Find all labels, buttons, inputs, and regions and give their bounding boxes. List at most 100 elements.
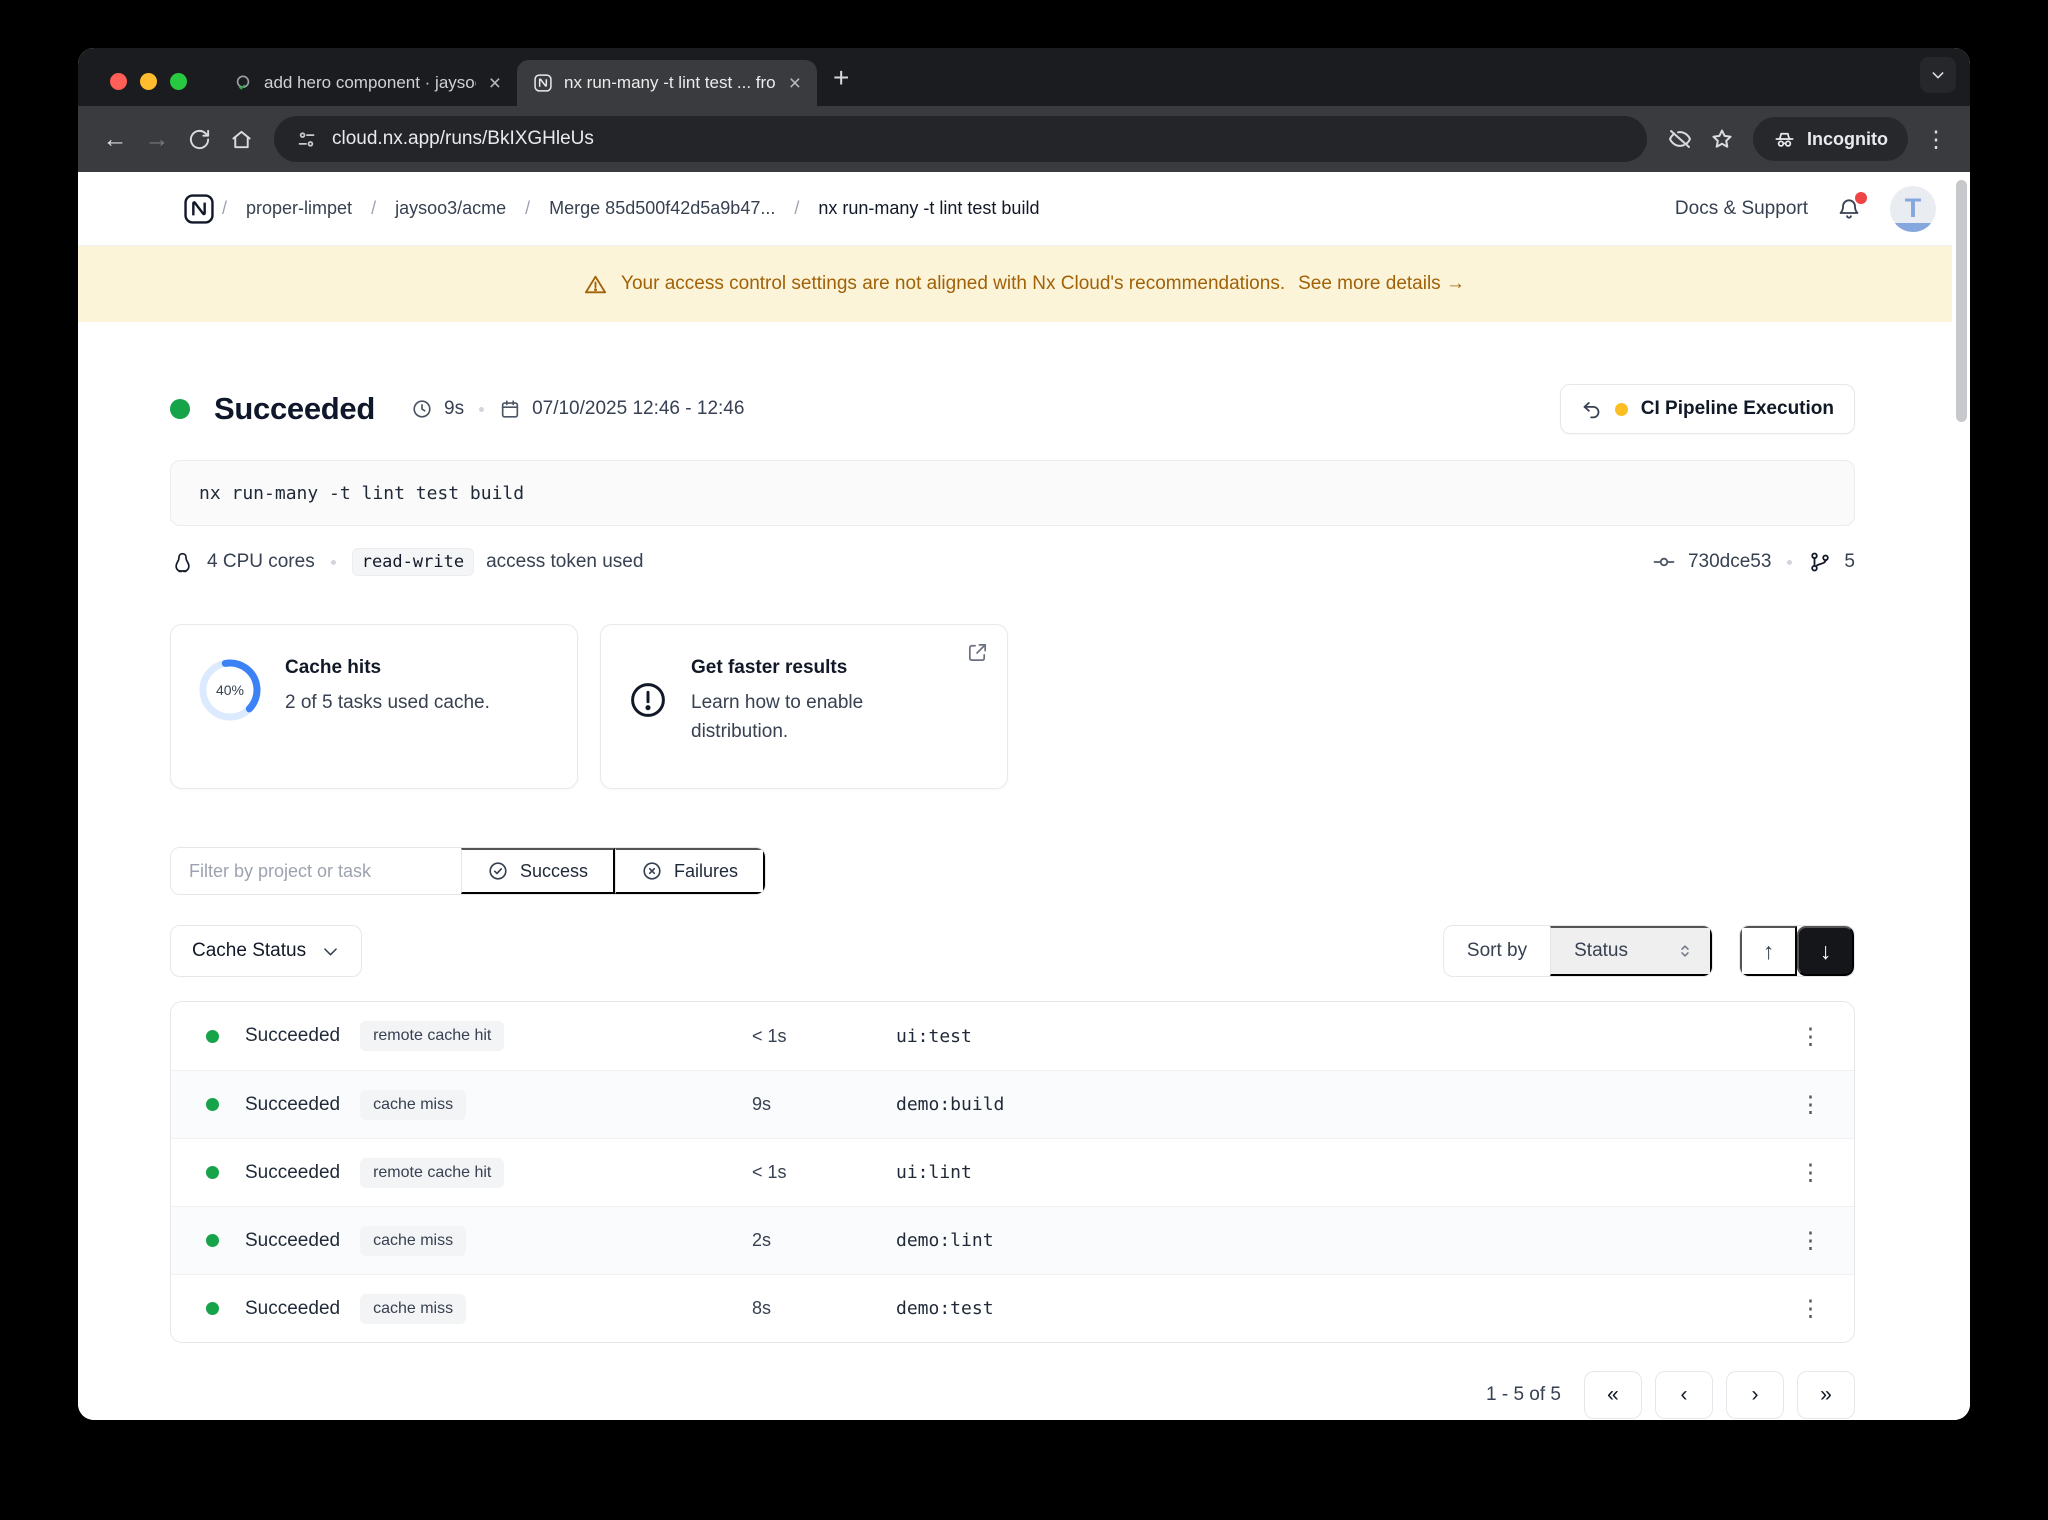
zoom-window-button[interactable] [170,73,187,90]
branch-count: 5 [1844,551,1855,572]
forward-button[interactable]: → [136,118,178,160]
cpu-cores: 4 CPU cores [207,551,315,572]
row-menu-button[interactable]: ⋮ [1789,1091,1832,1118]
nx-cloud-logo[interactable] [182,192,216,226]
row-menu-button[interactable]: ⋮ [1789,1159,1832,1186]
breadcrumb-workspace[interactable]: proper-limpet [246,198,352,219]
sort-field-select[interactable]: Status [1550,926,1712,976]
select-chevrons-icon [1681,945,1689,957]
breadcrumb-merge[interactable]: Merge 85d500f42d5a9b47... [549,198,775,219]
banner-details-link[interactable]: See more details → [1298,273,1465,295]
browser-tab-bar: add hero component · jaysoo × nx run-man… [78,48,1970,106]
reload-button[interactable] [178,118,220,160]
next-page-button[interactable]: › [1726,1371,1784,1419]
avatar[interactable]: T [1890,185,1936,232]
pipeline-label: CI Pipeline Execution [1640,398,1834,419]
row-task[interactable]: demo:lint [896,1230,1789,1251]
success-label: Success [520,860,589,881]
notifications-button[interactable] [1836,191,1867,222]
star-icon [1712,129,1732,148]
table-row[interactable]: Succeeded cache miss 9s demo:build ⋮ [171,1070,1854,1138]
filter-input[interactable] [171,848,461,894]
new-tab-button[interactable]: + [833,64,849,92]
cache-status-badge: cache miss [360,1089,467,1120]
bookmark-button[interactable] [1701,118,1743,160]
row-menu-button[interactable]: ⋮ [1789,1295,1832,1322]
address-bar[interactable]: cloud.nx.app/runs/BkIXGHleUs [274,116,1648,162]
row-task[interactable]: demo:test [896,1298,1789,1319]
pagination: 1 - 5 of 5 « ‹ › » [170,1371,1855,1419]
cache-card-title: Cache hits [285,657,382,678]
scrollbar-thumb[interactable] [1956,180,1967,422]
breadcrumb: / proper-limpet / jaysoo3/acme / Merge 8… [222,198,1039,219]
ci-pipeline-execution-button[interactable]: CI Pipeline Execution [1559,384,1855,434]
back-button[interactable]: ← [94,118,136,160]
row-status-dot [206,1029,219,1043]
row-duration: < 1s [752,1162,787,1182]
filter-success-button[interactable]: Success [461,848,616,894]
warning-icon [585,275,607,293]
scrollbar-track[interactable] [1952,172,1970,1420]
breadcrumb-separator: / [794,198,800,218]
row-task[interactable]: demo:build [896,1094,1789,1115]
browser-tab-active[interactable]: nx run-many -t lint test ... fro × [517,60,817,106]
task-filter-group: Success Failures [170,847,767,895]
separator-dot [1787,559,1793,565]
nx-favicon [534,74,552,92]
row-menu-button[interactable]: ⋮ [1789,1023,1832,1050]
first-page-button[interactable]: « [1584,1371,1642,1419]
url-text: cloud.nx.app/runs/BkIXGHleUs [332,128,594,149]
cache-status-label: Cache Status [192,940,307,961]
access-token-suffix: access token used [486,551,644,572]
run-environment-row: 4 CPU cores read-write access token used… [170,548,1855,576]
distribution-card[interactable]: Get faster results Learn how to enable d… [600,624,1008,789]
browser-tab-inactive[interactable]: add hero component · jaysoo × [217,60,517,106]
sort-ascending-button[interactable]: ↑ [1740,926,1797,976]
row-menu-button[interactable]: ⋮ [1789,1227,1832,1254]
external-link-icon[interactable] [966,641,989,664]
sort-direction-toggle: ↑ ↓ [1739,925,1855,977]
cache-hits-card: 40% Cache hits 2 of 5 tasks used cache. [170,624,578,789]
run-command: nx run-many -t lint test build [199,482,525,504]
close-tab-icon[interactable]: × [487,73,503,94]
reload-icon [189,129,209,149]
filter-failures-button[interactable]: Failures [615,848,766,894]
close-tab-icon[interactable]: × [787,73,803,94]
cache-status-badge: remote cache hit [360,1021,505,1051]
row-task[interactable]: ui:test [896,1026,1789,1047]
incognito-badge[interactable]: Incognito [1753,117,1908,161]
row-task[interactable]: ui:lint [896,1162,1789,1183]
run-datetime: 07/10/2025 12:46 - 12:46 [532,398,745,419]
summary-cards: 40% Cache hits 2 of 5 tasks used cache. … [170,624,1855,789]
table-row[interactable]: Succeeded cache miss 2s demo:lint ⋮ [171,1206,1854,1274]
sort-descending-button[interactable]: ↓ [1797,926,1854,976]
minimize-window-button[interactable] [140,73,157,90]
home-button[interactable] [220,118,262,160]
cache-status-badge: cache miss [360,1225,467,1256]
table-row[interactable]: Succeeded remote cache hit < 1s ui:lint ⋮ [171,1138,1854,1206]
row-status: Succeeded [245,1297,341,1319]
breadcrumb-repo[interactable]: jaysoo3/acme [395,198,506,219]
tab-search-button[interactable] [1920,57,1956,93]
notification-dot [1855,191,1867,204]
clock-icon [413,400,431,418]
row-duration: 9s [752,1094,772,1114]
docs-support-link[interactable]: Docs & Support [1675,198,1808,220]
run-command-box: nx run-many -t lint test build [170,460,1855,526]
last-page-button[interactable]: » [1797,1371,1855,1419]
commit-info: 730dce53 5 [1652,550,1855,574]
close-window-button[interactable] [110,73,127,90]
pipeline-status-dot [1614,402,1628,416]
window-controls [110,73,187,90]
browser-menu-button[interactable]: ⋮ [1918,126,1954,153]
table-row[interactable]: Succeeded cache miss 8s demo:test ⋮ [171,1274,1854,1342]
access-control-banner: Your access control settings are not ali… [78,246,1970,322]
avatar-letter: T [1904,193,1922,223]
row-duration: < 1s [752,1025,787,1046]
cache-status-dropdown[interactable]: Cache Status [170,925,363,977]
table-row[interactable]: Succeeded remote cache hit < 1s ui:test ⋮ [171,1002,1854,1070]
preview-toggle-button[interactable] [1659,118,1701,160]
git-branch-icon [1811,552,1830,572]
previous-page-button[interactable]: ‹ [1655,1371,1713,1419]
commit-hash[interactable]: 730dce53 [1688,551,1771,573]
